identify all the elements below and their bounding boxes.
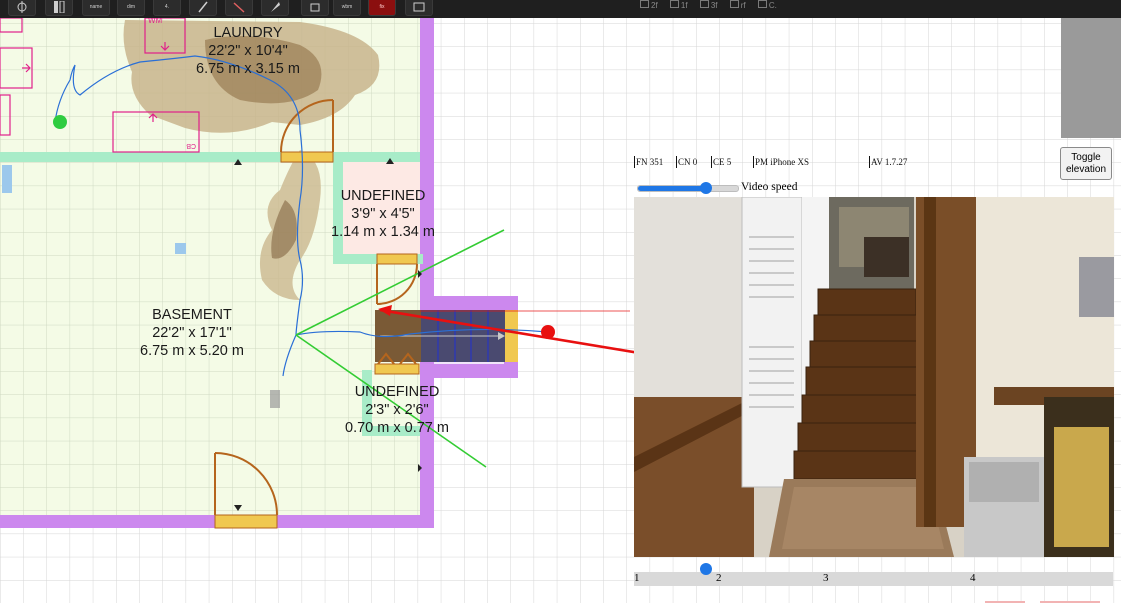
status-device: PM iPhone XS [753,156,810,168]
timeline-tick: 2 [716,572,722,584]
line-tool-button[interactable] [225,0,253,16]
room-label-basement[interactable]: BASEMENT 22'2" x 17'1" 6.75 m x 5.20 m [122,306,262,360]
video-timeline-thumb[interactable] [699,563,712,575]
scan-marker [2,165,12,193]
room-size-metric: 6.75 m x 5.20 m [140,343,244,359]
dim-tool-button[interactable]: dim [117,0,145,16]
wall-east [420,18,434,528]
room-label-laundry[interactable]: LAUNDRY 22'2" x 10'4" 6.75 m x 3.15 m [178,24,318,78]
square-tool-button[interactable]: 4. [153,0,181,16]
room-size-metric: 0.70 m x 0.77 m [345,420,449,436]
tab-floor[interactable]: 2f [640,0,658,10]
select-icon [310,3,320,12]
tab-floor[interactable]: 1f [670,0,688,10]
window-icon: wbm [341,4,353,10]
status-ce: CE 5 [711,156,732,168]
room-size-metric: 6.75 m x 3.15 m [196,61,300,77]
status-app-version: AV 1.7.27 [869,156,908,168]
tab-floor[interactable]: 3f [700,0,718,10]
video-speed-thumb[interactable] [700,182,712,194]
fix-icon: fix [379,4,385,10]
video-speed-fill [638,186,706,191]
select-tool-button[interactable] [301,0,329,16]
video-speed-label: Video speed [741,181,798,193]
room-name: UNDEFINED [354,384,440,400]
fill-icon [271,2,280,12]
side-panel [1061,18,1121,138]
room-size-imperial: 22'2" x 17'1" [152,325,232,341]
video-frame[interactable] [634,197,1114,557]
timeline-tick: 1 [634,572,640,584]
dim-icon: dim [126,4,136,10]
room-name: BASEMENT [152,307,232,323]
timeline-tick: 4 [970,572,976,584]
scan-marker [175,243,186,254]
fill-tool-button[interactable] [261,0,289,16]
wall-laundry-divider [0,152,420,162]
fix-tool-button[interactable]: fix [368,0,396,16]
room-name: UNDEFINED [340,188,426,204]
panel-icon [54,1,65,13]
stairway-photo [634,197,1114,557]
window-tool-button[interactable]: wbm [333,0,361,16]
crosshair-icon [17,1,27,13]
panel-tool-button[interactable] [45,0,73,16]
crosshair-tool-button[interactable] [8,0,36,16]
room-label-small-room[interactable]: UNDEFINED 2'3" x 2'6" 0.70 m x 0.77 m [327,383,467,437]
room-size-imperial: 22'2" x 10'4" [208,43,288,59]
timeline-tick: 3 [823,572,829,584]
status-cn: CN 0 [676,156,698,168]
video-speed-slider[interactable] [637,182,739,194]
room-size-imperial: 3'9" x 4'5" [351,206,415,222]
rect-tool-button[interactable] [405,0,433,16]
tab-floor[interactable]: C. [758,0,777,10]
room-label-closet[interactable]: UNDEFINED 3'9" x 4'5" 1.14 m x 1.34 m [313,187,453,241]
tab-floor[interactable]: rf [730,0,746,10]
line-tool-icon [233,2,245,13]
toolbar: name dim 4. wbm fix 2f 1f 3f rf C. [0,0,1121,18]
rect-icon [413,2,425,12]
name-tool-button[interactable]: name [82,0,110,16]
status-frame-number: FN 351 [634,156,664,168]
camera-position-marker[interactable] [541,325,555,339]
room-size-metric: 1.14 m x 1.34 m [331,224,435,240]
edit-icon [198,1,208,13]
edit-tool-button[interactable] [189,0,217,16]
svg-text:CB: CB [186,142,196,149]
room-name: LAUNDRY [213,25,283,41]
name-icon: name [89,4,103,10]
start-point[interactable] [53,115,67,129]
toggle-elevation-button[interactable]: Toggle elevation [1060,147,1112,180]
floor-tabs: 2f 1f 3f rf C. [640,0,787,10]
square-icon: 4. [164,4,170,10]
room-size-imperial: 2'3" x 2'6" [365,402,429,418]
